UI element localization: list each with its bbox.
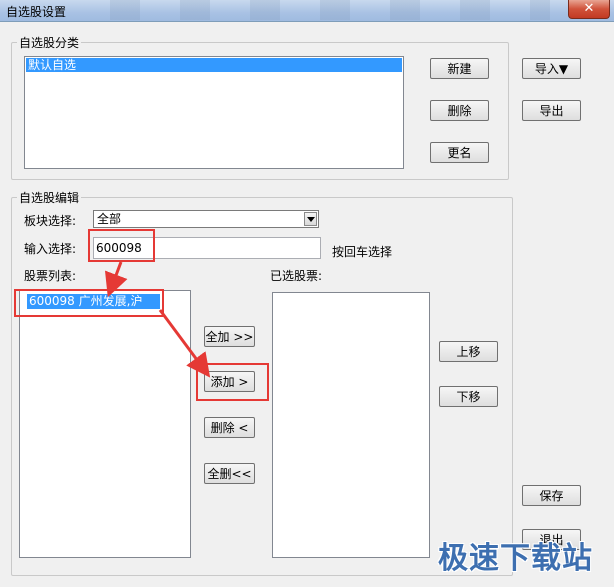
move-up-button[interactable]: 上移 bbox=[439, 341, 498, 362]
import-button[interactable]: 导入▼ bbox=[522, 58, 581, 79]
new-category-button[interactable]: 新建 bbox=[430, 58, 489, 79]
watermark: 极速下载站 bbox=[438, 541, 593, 576]
sector-select-value: 全部 bbox=[97, 212, 122, 226]
stock-list[interactable]: 600098 广州发展,沪 bbox=[19, 290, 191, 558]
edit-group-label: 自选股编辑 bbox=[17, 189, 82, 206]
move-down-button[interactable]: 下移 bbox=[439, 386, 498, 407]
category-list[interactable]: 默认自选 bbox=[24, 56, 404, 169]
enter-hint: 按回车选择 bbox=[332, 245, 393, 259]
window-title: 自选股设置 bbox=[6, 5, 67, 19]
sector-select[interactable]: 全部 bbox=[93, 210, 319, 228]
add-all-button[interactable]: 全加 >> bbox=[204, 326, 255, 347]
title-bar-background bbox=[70, 0, 550, 20]
rename-category-button[interactable]: 更名 bbox=[430, 142, 489, 163]
input-label: 输入选择: bbox=[24, 242, 77, 256]
category-group-label: 自选股分类 bbox=[17, 34, 82, 51]
category-list-item[interactable]: 默认自选 bbox=[26, 58, 402, 72]
selected-list-label: 已选股票: bbox=[270, 269, 323, 283]
title-bar[interactable]: 自选股设置 ✕ bbox=[0, 0, 614, 22]
sector-label: 板块选择: bbox=[24, 214, 77, 228]
stock-list-label: 股票列表: bbox=[24, 269, 77, 283]
annotation-box-add bbox=[196, 363, 269, 401]
remove-button[interactable]: 删除 < bbox=[204, 417, 255, 438]
chevron-down-icon[interactable] bbox=[304, 212, 317, 226]
annotation-box-input bbox=[88, 229, 155, 262]
close-button[interactable]: ✕ bbox=[568, 0, 610, 19]
export-button[interactable]: 导出 bbox=[522, 100, 581, 121]
delete-category-button[interactable]: 删除 bbox=[430, 100, 489, 121]
annotation-box-stock bbox=[14, 289, 164, 317]
remove-all-button[interactable]: 全删<< bbox=[204, 463, 255, 484]
save-button[interactable]: 保存 bbox=[522, 485, 581, 506]
selected-stock-list[interactable] bbox=[272, 292, 430, 558]
